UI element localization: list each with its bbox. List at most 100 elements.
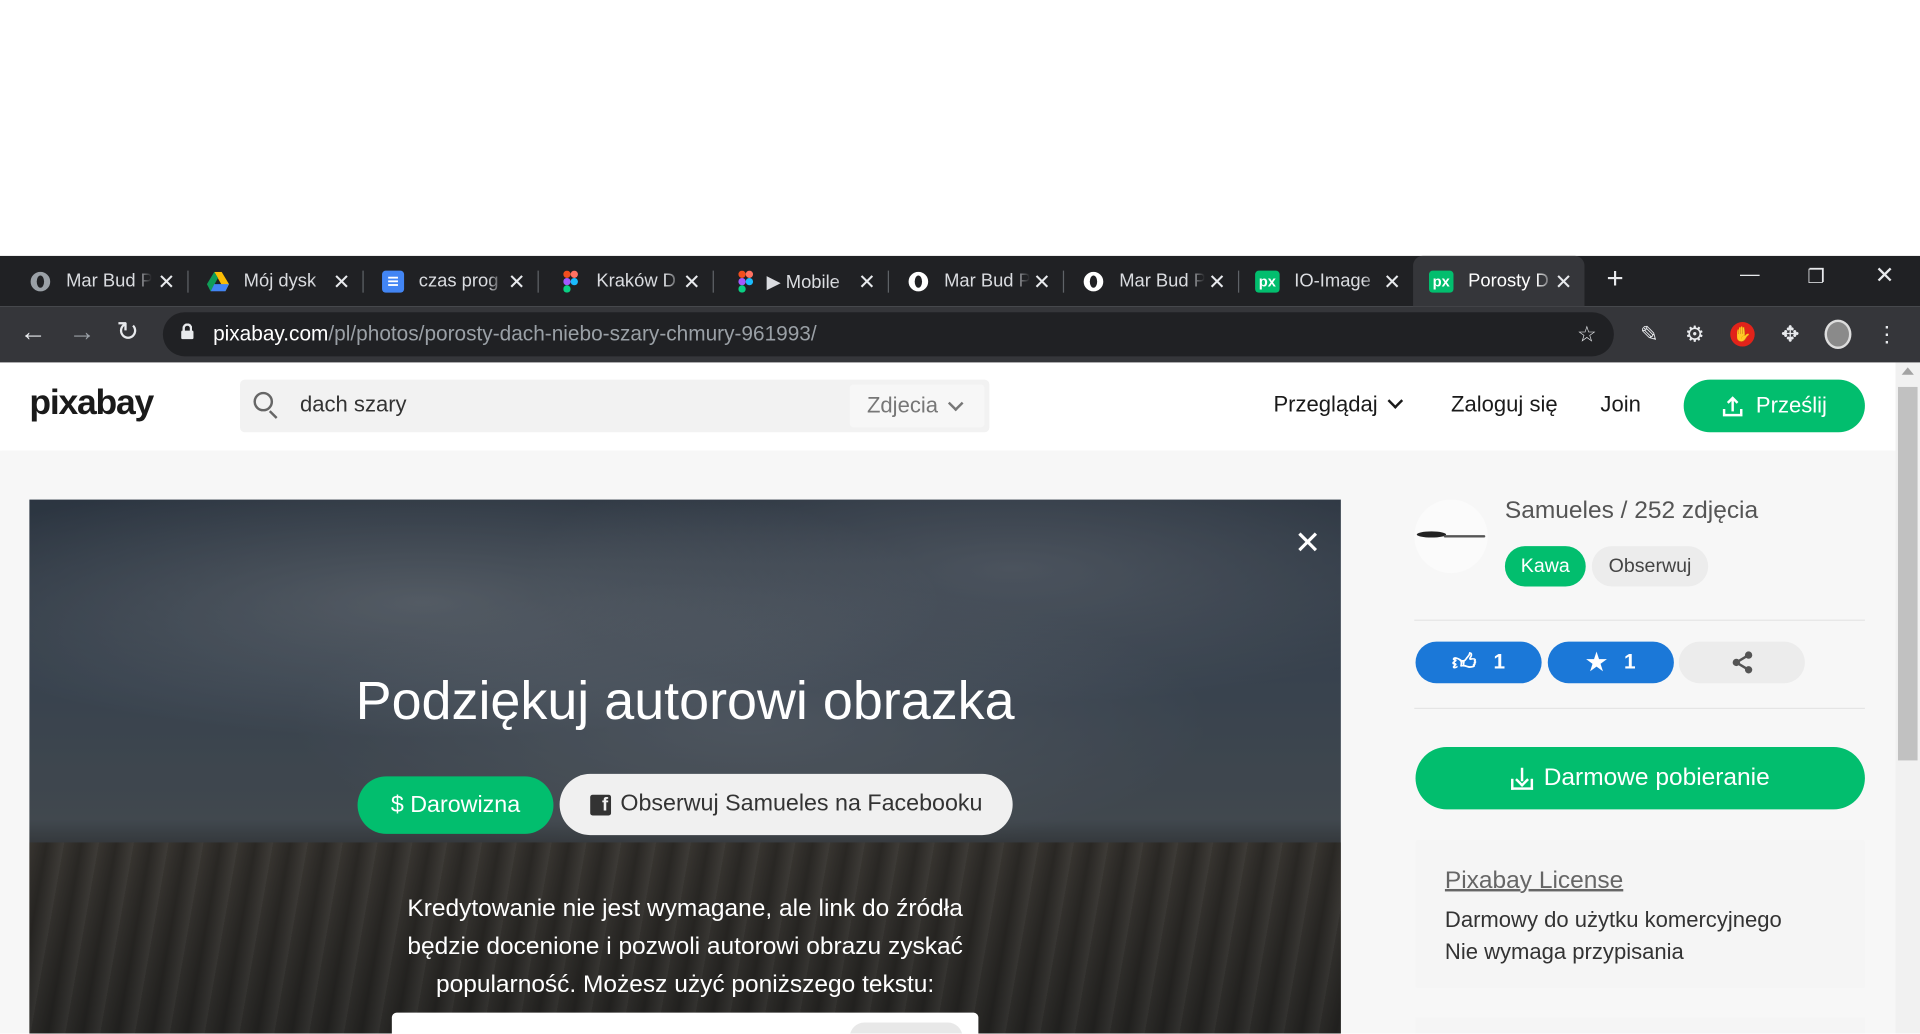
search-input[interactable]: dach szary — [300, 392, 407, 418]
like-count: 1 — [1493, 650, 1506, 674]
thumbs-up-icon: 👍︎ — [1452, 649, 1477, 676]
tab-label: Porosty D — [1468, 270, 1549, 292]
close-modal-icon[interactable]: ✕ — [1294, 524, 1321, 562]
facebook-icon: f — [589, 794, 611, 815]
tab-label: ▶ Mobile — [766, 271, 840, 293]
url-text[interactable]: pixabay.com/pl/photos/porosty-dach-niebo… — [213, 322, 817, 346]
back-icon[interactable]: ← — [20, 316, 47, 348]
close-tab-icon[interactable]: ✕ — [333, 271, 350, 295]
chrome-menu-icon[interactable]: ⋮ — [1873, 321, 1900, 348]
favorite-button[interactable]: ★ 1 — [1547, 641, 1674, 684]
tab-label: Kraków D — [596, 270, 676, 292]
star-icon: ★ — [1586, 649, 1607, 676]
copy-attribution-button[interactable] — [849, 1022, 963, 1034]
close-tab-icon[interactable]: ✕ — [1208, 271, 1225, 295]
search-type-label: Zdjecia — [866, 393, 939, 418]
globe-icon — [1082, 270, 1104, 292]
tab[interactable]: px IO-Image ✕ — [1238, 256, 1413, 306]
tab[interactable]: Mar Bud P ✕ — [0, 256, 189, 306]
reload-icon[interactable]: ↻ — [116, 316, 139, 348]
tab[interactable]: Mar Bud P ✕ — [888, 256, 1065, 306]
minimize-icon[interactable]: — — [1740, 264, 1760, 286]
google-docs-icon — [382, 270, 405, 293]
globe-icon — [29, 270, 51, 292]
credit-line: będzie docenione i pozwoli autorowi obra… — [407, 933, 963, 961]
join-link[interactable]: Join — [1600, 392, 1640, 418]
new-tab-icon[interactable]: + — [1607, 262, 1624, 296]
tab[interactable]: czas prog ✕ — [362, 256, 539, 306]
pen-extension-icon[interactable]: ✎ — [1636, 321, 1663, 348]
figma-icon — [735, 270, 757, 293]
tab-label: Mój dysk — [243, 270, 317, 292]
pixabay-icon: px — [1255, 270, 1280, 293]
adblock-icon[interactable]: ✋ — [1729, 321, 1756, 348]
close-tab-icon[interactable]: ✕ — [1033, 271, 1050, 295]
close-tab-icon[interactable]: ✕ — [1383, 271, 1400, 295]
close-tab-icon[interactable]: ✕ — [683, 271, 700, 295]
divider — [1414, 619, 1865, 621]
extensions-puzzle-icon[interactable]: ✥ — [1777, 321, 1804, 348]
close-tab-icon[interactable]: ✕ — [1555, 271, 1572, 295]
browse-menu[interactable]: Przeglądaj — [1273, 391, 1404, 418]
favorite-count: 1 — [1624, 650, 1636, 674]
thank-author-title: Podziękuj autorowi obrazka — [355, 671, 1015, 732]
tab-label: czas prog — [418, 270, 499, 292]
bookmark-star-icon[interactable]: ☆ — [1573, 321, 1600, 348]
chevron-down-icon — [1387, 393, 1404, 409]
forward-icon[interactable]: → — [69, 316, 96, 348]
tab-strip: Mar Bud P ✕ Mój dysk ✕ czas prog ✕ Krakó… — [0, 255, 1920, 307]
tab[interactable]: Mar Bud P ✕ — [1063, 256, 1240, 306]
facebook-follow-label: Obserwuj Samueles na Facebooku — [620, 791, 983, 817]
close-tab-icon[interactable]: ✕ — [508, 271, 525, 295]
search-type-dropdown[interactable]: Zdjecia — [849, 384, 985, 428]
search-icon[interactable] — [253, 391, 280, 419]
credit-line: popularność. Możesz użyć poniższego teks… — [435, 971, 935, 998]
license-link[interactable]: Pixabay License — [1445, 867, 1623, 895]
upload-icon — [1722, 395, 1743, 416]
pixabay-logo[interactable]: pixabay — [29, 383, 154, 423]
browse-label: Przeglądaj — [1273, 391, 1378, 417]
tab-label: IO-Image — [1294, 270, 1371, 292]
follow-button[interactable]: Obserwuj — [1591, 546, 1709, 587]
upload-label: Prześlij — [1755, 393, 1827, 418]
google-drive-icon — [206, 270, 229, 292]
share-button[interactable] — [1678, 641, 1805, 684]
info-panel — [1415, 1017, 1865, 1034]
author-avatar[interactable] — [1414, 499, 1488, 574]
tab-active[interactable]: px Porosty D ✕ — [1413, 255, 1585, 307]
restore-icon[interactable]: ❐ — [1807, 264, 1825, 288]
upload-button[interactable]: Prześlij — [1683, 379, 1865, 433]
profile-avatar[interactable] — [1824, 319, 1852, 349]
like-button[interactable]: 👍︎ 1 — [1415, 641, 1542, 684]
pixabay-icon: px — [1428, 270, 1454, 293]
window-close-icon[interactable]: ✕ — [1875, 262, 1894, 290]
login-link[interactable]: Zaloguj się — [1451, 392, 1558, 418]
close-tab-icon[interactable]: ✕ — [858, 271, 875, 295]
download-label: Darmowe pobieranie — [1543, 764, 1770, 792]
license-attribution-text: Nie wymaga przypisania — [1444, 939, 1684, 964]
close-tab-icon[interactable]: ✕ — [158, 271, 175, 295]
author-name[interactable]: Samueles / 252 zdjęcia — [1505, 497, 1758, 525]
download-icon — [1510, 767, 1533, 790]
credit-line: Kredytowanie nie jest wymagane, ale link… — [407, 895, 963, 923]
facebook-follow-button[interactable]: f Obserwuj Samueles na Facebooku — [559, 773, 1013, 836]
tab-label: Mar Bud P — [1119, 270, 1205, 292]
tab[interactable]: Kraków D ✕ — [538, 256, 714, 306]
tab-label: Mar Bud P — [944, 270, 1030, 292]
share-icon — [1732, 651, 1752, 674]
figma-icon — [560, 270, 582, 293]
chevron-down-icon — [947, 395, 964, 412]
lock-icon[interactable] — [181, 323, 194, 340]
gear-extension-icon[interactable]: ⚙ — [1681, 321, 1708, 348]
credit-text: Kredytowanie nie jest wymagane, ale link… — [29, 890, 1340, 1004]
scroll-up-arrow[interactable] — [1901, 367, 1914, 375]
tab[interactable]: ▶ Mobile ✕ — [713, 256, 889, 306]
free-download-button[interactable]: Darmowe pobieranie — [1415, 746, 1865, 810]
tab[interactable]: Mój dysk ✕ — [187, 256, 364, 306]
donate-button[interactable]: $ Darowizna — [357, 776, 554, 834]
coffee-button[interactable]: Kawa — [1504, 546, 1586, 587]
divider — [1414, 707, 1865, 709]
scrollbar-thumb[interactable] — [1897, 386, 1918, 761]
globe-icon — [907, 270, 929, 292]
screen: Mar Bud P ✕ Mój dysk ✕ czas prog ✕ Krakó… — [0, 0, 1920, 1034]
